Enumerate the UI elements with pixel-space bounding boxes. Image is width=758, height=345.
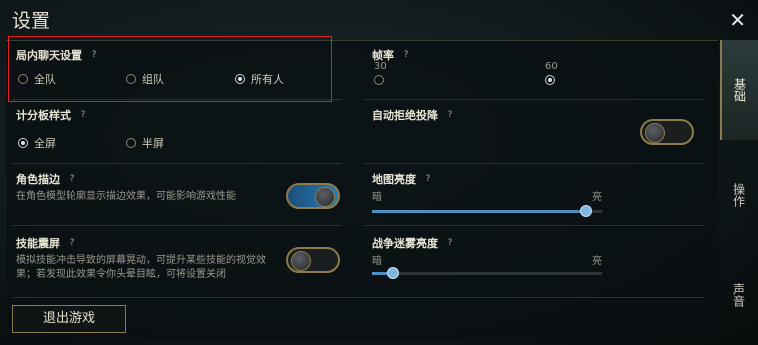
shake-toggle[interactable]	[286, 247, 340, 273]
map-brightness-min: 暗	[372, 192, 382, 203]
shake-setting: 技能震屏 ? 模拟技能冲击导致的屏幕晃动，可提升某些技能的视觉效 果；若发现此效…	[16, 235, 316, 282]
fps-60-label: 60	[545, 61, 558, 72]
slider-fill	[372, 210, 586, 213]
shake-label: 技能震屏	[16, 237, 60, 250]
shake-description-line2: 果；若发现此效果令你头晕目眩，可将设置关闭	[16, 269, 226, 280]
tab-controls[interactable]: 操作	[720, 160, 758, 230]
toggle-knob	[291, 251, 311, 271]
help-icon[interactable]: ?	[422, 173, 434, 185]
outline-setting: 角色描边 ? 在角色模型轮廓显示描边效果，可能影响游戏性能	[16, 171, 316, 204]
help-icon[interactable]: ?	[444, 237, 456, 249]
fps-option-60[interactable]	[545, 75, 555, 85]
map-brightness-max: 亮	[592, 192, 602, 203]
radio-selected-icon	[18, 138, 28, 148]
surrender-setting: 自动拒绝投降 ?	[372, 107, 456, 123]
side-tabs: 基础 操作 声音	[720, 40, 758, 345]
fog-brightness-setting: 战争迷雾亮度 ?	[372, 235, 456, 251]
divider	[364, 225, 704, 226]
divider	[364, 163, 704, 164]
exit-game-button[interactable]: 退出游戏	[12, 305, 126, 333]
outline-label: 角色描边	[16, 173, 60, 186]
close-icon[interactable]: ✕	[729, 8, 746, 32]
slider-thumb[interactable]	[386, 267, 399, 279]
fps-option-30[interactable]	[374, 75, 384, 85]
tab-basic[interactable]: 基础	[720, 40, 758, 140]
map-brightness-label: 地图亮度	[372, 173, 416, 186]
divider	[12, 225, 342, 226]
toggle-knob	[645, 123, 665, 143]
fog-brightness-max: 亮	[592, 256, 602, 267]
divider	[12, 163, 342, 164]
shake-description-line1: 模拟技能冲击导致的屏幕晃动，可提升某些技能的视觉效	[16, 255, 266, 266]
scoreboard-option-full[interactable]: 全屏	[18, 135, 56, 151]
slider-thumb[interactable]	[579, 205, 592, 217]
divider	[364, 99, 704, 100]
surrender-toggle[interactable]	[640, 119, 694, 145]
help-icon[interactable]: ?	[444, 109, 456, 121]
outline-toggle[interactable]	[286, 183, 340, 209]
fog-brightness-slider[interactable]	[372, 267, 602, 279]
radio-icon	[126, 138, 136, 148]
fps-30-label: 30	[374, 61, 387, 72]
help-icon[interactable]: ?	[400, 49, 412, 61]
map-brightness-slider[interactable]	[372, 205, 602, 217]
fog-brightness-label: 战争迷雾亮度	[372, 237, 438, 250]
title-bar: 设置 ✕	[0, 0, 758, 38]
help-icon[interactable]: ?	[66, 237, 78, 249]
divider	[12, 297, 704, 298]
radio-icon	[374, 75, 384, 85]
help-icon[interactable]: ?	[77, 109, 89, 121]
help-icon[interactable]: ?	[66, 173, 78, 185]
window-title: 设置	[12, 10, 51, 32]
surrender-label: 自动拒绝投降	[372, 109, 438, 122]
scoreboard-label: 计分板样式	[16, 109, 71, 122]
highlight-box	[8, 36, 332, 102]
scoreboard-option-half[interactable]: 半屏	[126, 135, 164, 151]
scoreboard-setting: 计分板样式 ?	[16, 107, 89, 123]
radio-label: 全屏	[34, 137, 56, 150]
tab-sound[interactable]: 声音	[720, 260, 758, 330]
toggle-knob	[315, 187, 335, 207]
fog-brightness-min: 暗	[372, 256, 382, 267]
outline-description: 在角色模型轮廓显示描边效果，可能影响游戏性能	[16, 191, 236, 202]
radio-selected-icon	[545, 75, 555, 85]
map-brightness-setting: 地图亮度 ?	[372, 171, 434, 187]
radio-label: 半屏	[142, 137, 164, 150]
